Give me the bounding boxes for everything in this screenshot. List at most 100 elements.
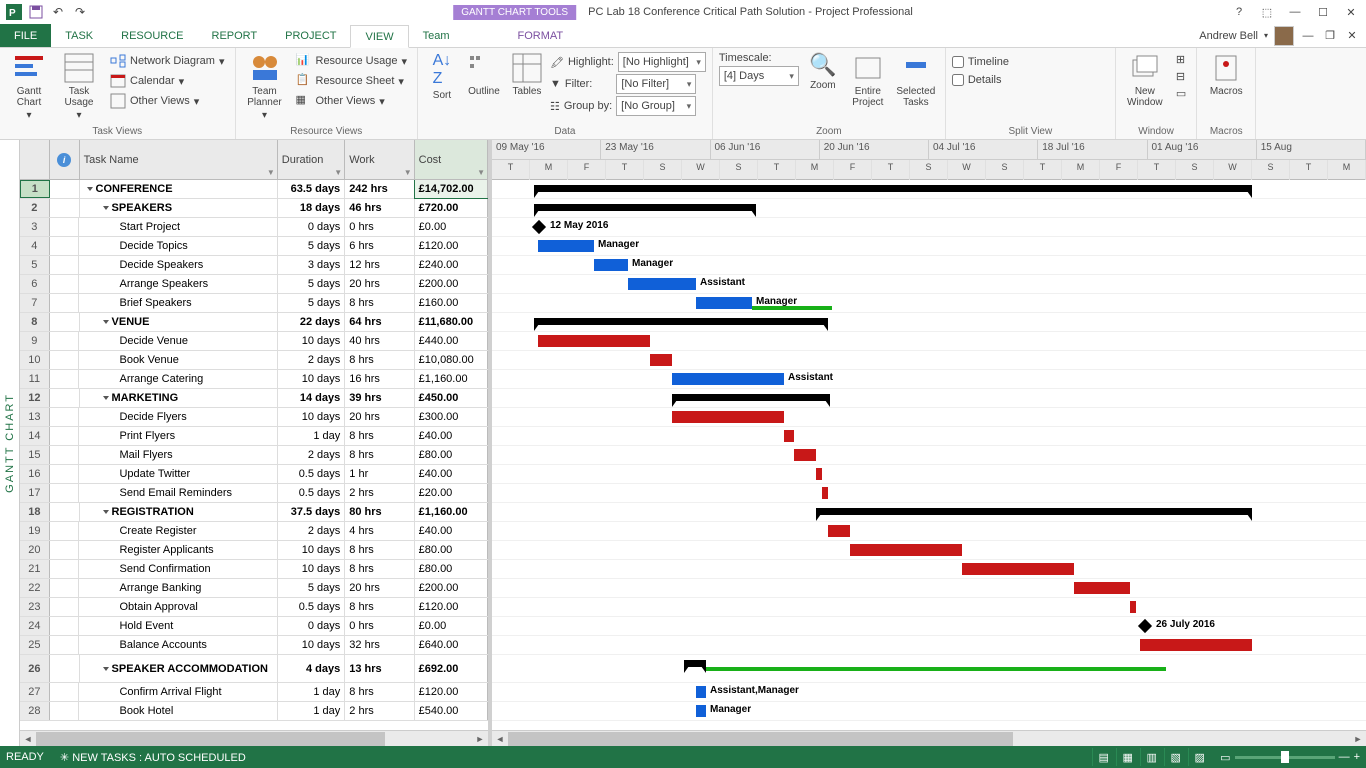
cell-task-name[interactable]: MARKETING [80, 389, 278, 407]
cell-work[interactable]: 8 hrs [345, 446, 414, 464]
cell-indicator[interactable] [50, 199, 80, 217]
row-number[interactable]: 23 [20, 598, 50, 616]
cell-work[interactable]: 8 hrs [345, 427, 414, 445]
cell-cost[interactable]: £80.00 [415, 560, 488, 578]
view-resource-sheet-icon[interactable]: ▧ [1164, 748, 1186, 766]
table-row[interactable]: 11Arrange Catering10 days16 hrs£1,160.00 [20, 370, 488, 389]
network-diagram-button[interactable]: Network Diagram ▾ [106, 52, 229, 70]
cell-task-name[interactable]: Send Confirmation [79, 560, 277, 578]
cell-work[interactable]: 16 hrs [345, 370, 414, 388]
gantt-row[interactable]: Assistant [492, 370, 1366, 389]
task-bar[interactable] [1140, 639, 1252, 651]
view-report-icon[interactable]: ▨ [1188, 748, 1210, 766]
cell-work[interactable]: 0 hrs [345, 218, 414, 236]
cell-duration[interactable]: 0.5 days [278, 598, 345, 616]
row-number[interactable]: 24 [20, 617, 50, 635]
other-views-resource-button[interactable]: ▦Other Views ▾ [292, 92, 411, 110]
cell-indicator[interactable] [50, 655, 80, 682]
cell-work[interactable]: 64 hrs [345, 313, 414, 331]
gantt-horizontal-scrollbar[interactable]: ◄ ► [492, 730, 1366, 746]
doc-close-icon[interactable]: ✕ [1344, 29, 1360, 42]
cell-work[interactable]: 2 hrs [345, 702, 414, 720]
tab-team[interactable]: Team [409, 24, 464, 47]
chevron-down-icon[interactable]: ▼ [334, 168, 342, 177]
cell-cost[interactable]: £440.00 [415, 332, 488, 350]
zoom-out-icon[interactable]: ▭ [1220, 751, 1230, 764]
tab-task[interactable]: TASK [51, 24, 107, 47]
doc-minimize-icon[interactable]: — [1300, 30, 1316, 42]
cell-work[interactable]: 2 hrs [345, 484, 414, 502]
table-row[interactable]: 10Book Venue2 days8 hrs£10,080.00 [20, 351, 488, 370]
gantt-row[interactable] [492, 636, 1366, 655]
cell-duration[interactable]: 1 day [278, 427, 345, 445]
table-row[interactable]: 26SPEAKER ACCOMMODATION4 days13 hrs£692.… [20, 655, 488, 683]
cell-cost[interactable]: £40.00 [415, 427, 488, 445]
row-number[interactable]: 21 [20, 560, 50, 578]
table-row[interactable]: 22Arrange Banking5 days20 hrs£200.00 [20, 579, 488, 598]
cell-task-name[interactable]: Update Twitter [79, 465, 277, 483]
gantt-row[interactable]: Assistant,Manager [492, 683, 1366, 702]
cell-work[interactable]: 8 hrs [345, 541, 414, 559]
cell-work[interactable]: 8 hrs [345, 598, 414, 616]
row-number[interactable]: 16 [20, 465, 50, 483]
cell-work[interactable]: 242 hrs [345, 180, 414, 198]
cell-work[interactable]: 46 hrs [345, 199, 414, 217]
selected-tasks-button[interactable]: Selected Tasks [893, 50, 939, 108]
undo-icon[interactable]: ↶ [48, 2, 68, 22]
cell-task-name[interactable]: Register Applicants [79, 541, 277, 559]
cell-cost[interactable]: £200.00 [415, 579, 488, 597]
gantt-chart-button[interactable]: Gantt Chart▾ [6, 50, 52, 121]
cell-indicator[interactable] [50, 370, 80, 388]
cell-cost[interactable]: £1,160.00 [415, 503, 488, 521]
table-row[interactable]: 24Hold Event0 days0 hrs£0.00 [20, 617, 488, 636]
cell-cost[interactable]: £200.00 [415, 275, 488, 293]
scroll-left-icon[interactable]: ◄ [20, 731, 36, 746]
cell-duration[interactable]: 2 days [278, 522, 345, 540]
task-bar[interactable] [822, 487, 828, 499]
redo-icon[interactable]: ↷ [70, 2, 90, 22]
cell-task-name[interactable]: Obtain Approval [79, 598, 277, 616]
zoom-slider[interactable] [1235, 756, 1335, 759]
cell-work[interactable]: 8 hrs [345, 294, 414, 312]
cell-indicator[interactable] [50, 332, 80, 350]
gantt-row[interactable]: 12 May 2016 [492, 218, 1366, 237]
row-number[interactable]: 11 [20, 370, 50, 388]
row-number[interactable]: 26 [20, 655, 50, 682]
cell-duration[interactable]: 0.5 days [278, 465, 345, 483]
gantt-row[interactable] [492, 446, 1366, 465]
cell-work[interactable]: 20 hrs [345, 408, 414, 426]
cell-task-name[interactable]: CONFERENCE [80, 180, 278, 198]
cell-duration[interactable]: 2 days [278, 446, 345, 464]
task-bar[interactable] [696, 297, 752, 309]
task-bar[interactable] [538, 240, 594, 252]
cell-indicator[interactable] [50, 503, 80, 521]
table-row[interactable]: 5Decide Speakers3 days12 hrs£240.00 [20, 256, 488, 275]
col-task-name[interactable]: Task Name▼ [80, 140, 278, 179]
tab-format[interactable]: FORMAT [504, 24, 578, 47]
view-team-planner-icon[interactable]: ▥ [1140, 748, 1162, 766]
task-bar[interactable] [594, 259, 628, 271]
outline-button[interactable]: Outline [464, 50, 504, 97]
cell-task-name[interactable]: REGISTRATION [80, 503, 278, 521]
gantt-row[interactable]: Manager [492, 294, 1366, 313]
highlight-combo[interactable]: [No Highlight] [618, 52, 706, 72]
timescale[interactable]: 09 May '1623 May '1606 Jun '1620 Jun '16… [492, 140, 1366, 180]
tab-file[interactable]: FILE [0, 24, 51, 47]
cell-cost[interactable]: £160.00 [415, 294, 488, 312]
cell-work[interactable]: 1 hr [345, 465, 414, 483]
summary-bar[interactable] [534, 185, 1252, 192]
gantt-row[interactable] [492, 560, 1366, 579]
cell-cost[interactable]: £80.00 [415, 446, 488, 464]
table-row[interactable]: 9Decide Venue10 days40 hrs£440.00 [20, 332, 488, 351]
cell-indicator[interactable] [50, 237, 80, 255]
close-icon[interactable]: ✕ [1342, 6, 1360, 19]
row-number[interactable]: 13 [20, 408, 50, 426]
cell-duration[interactable]: 22 days [278, 313, 345, 331]
cell-cost[interactable]: £450.00 [415, 389, 488, 407]
table-row[interactable]: 28Book Hotel1 day2 hrs£540.00 [20, 702, 488, 721]
col-work[interactable]: Work▼ [345, 140, 414, 179]
row-number[interactable]: 20 [20, 541, 50, 559]
task-bar[interactable] [850, 544, 962, 556]
table-row[interactable]: 14Print Flyers1 day8 hrs£40.00 [20, 427, 488, 446]
summary-bar[interactable] [816, 508, 1252, 515]
